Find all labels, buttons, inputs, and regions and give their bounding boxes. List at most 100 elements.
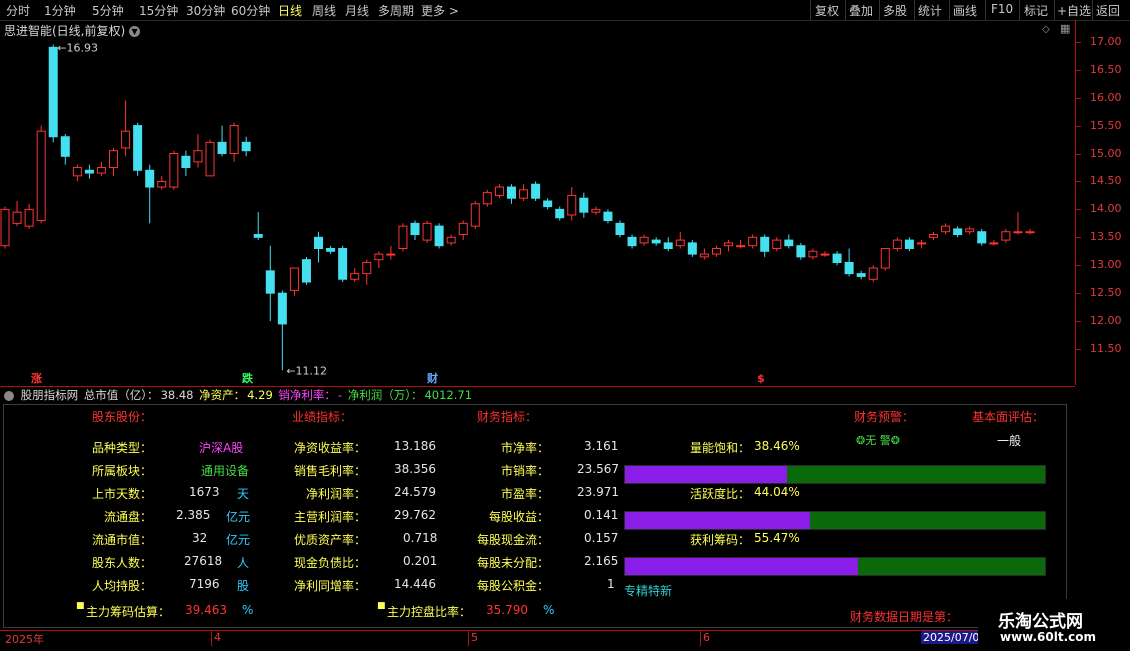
date-cursor-label: 2025/07/0 bbox=[921, 631, 982, 644]
candle bbox=[169, 150, 179, 190]
back-button[interactable]: 返回 bbox=[1096, 2, 1120, 19]
candle-body bbox=[109, 150, 119, 168]
candle-body bbox=[808, 250, 818, 258]
candle bbox=[941, 223, 951, 235]
candle bbox=[386, 245, 396, 260]
section-basic: 基本面评估： bbox=[972, 410, 1045, 424]
label-listed-days: 上市天数： bbox=[92, 487, 153, 501]
overlay-button[interactable]: 叠加 bbox=[849, 2, 873, 19]
margin-label: 销净利率： bbox=[278, 388, 336, 402]
candle bbox=[314, 231, 324, 263]
tab-30min[interactable]: 30分钟 bbox=[186, 2, 225, 19]
candle-body bbox=[687, 242, 697, 255]
event-marker[interactable]: 财 bbox=[426, 371, 438, 385]
warning-status: ❂无 警❂ bbox=[856, 432, 900, 448]
price-tick-label: 13.50 bbox=[1090, 230, 1122, 244]
tab-multi-period[interactable]: 多周期 bbox=[378, 2, 414, 19]
price-tick bbox=[1076, 97, 1081, 99]
value-undistributed-ps: 2.165 bbox=[584, 554, 619, 568]
candle bbox=[338, 245, 348, 283]
tab-5min[interactable]: 5分钟 bbox=[92, 2, 124, 19]
section-holders: 股东股份： bbox=[92, 410, 153, 424]
label-per-holder: 人均持股： bbox=[92, 579, 153, 593]
candle-body bbox=[301, 259, 311, 283]
candle-body bbox=[941, 225, 951, 233]
f10-button[interactable]: F10 bbox=[991, 2, 1013, 16]
statistics-button[interactable]: 统计 bbox=[918, 2, 942, 19]
collapse-icon[interactable] bbox=[4, 390, 14, 401]
price-tick-label: 12.00 bbox=[1090, 314, 1122, 328]
candle bbox=[663, 237, 673, 252]
label-roe: 净资收益率： bbox=[294, 441, 367, 455]
candle-body bbox=[229, 125, 239, 155]
candle-body bbox=[241, 141, 251, 152]
period-toolbar: 分时 1分钟 5分钟 15分钟 30分钟 60分钟 日线 周线 月线 多周期 更… bbox=[0, 0, 1130, 21]
candle bbox=[519, 184, 529, 201]
tab-intraday[interactable]: 分时 bbox=[6, 2, 30, 19]
candle-body bbox=[217, 141, 227, 155]
tab-monthly[interactable]: 月线 bbox=[345, 2, 369, 19]
candle bbox=[36, 125, 46, 224]
candle bbox=[579, 192, 589, 218]
add-favorite-button[interactable]: +自选 bbox=[1057, 2, 1091, 19]
candle-body bbox=[84, 169, 94, 174]
tab-15min[interactable]: 15分钟 bbox=[139, 2, 178, 19]
watermark: 乐淘公式网 www.60lt.com bbox=[978, 599, 1130, 650]
candle bbox=[410, 220, 420, 241]
event-marker[interactable]: 跌 bbox=[242, 371, 254, 385]
value-float: 2.385 bbox=[176, 508, 211, 522]
profit-chips-bar bbox=[624, 557, 1046, 576]
event-marker[interactable]: 涨 bbox=[31, 371, 42, 385]
candle-body bbox=[760, 236, 770, 252]
draw-line-button[interactable]: 画线 bbox=[953, 2, 977, 19]
candle bbox=[868, 265, 878, 283]
candle bbox=[494, 184, 504, 199]
candle bbox=[929, 231, 939, 241]
candle-body bbox=[386, 253, 396, 256]
candle bbox=[181, 150, 191, 176]
tab-1min[interactable]: 1分钟 bbox=[44, 2, 76, 19]
tab-60min[interactable]: 60分钟 bbox=[231, 2, 270, 19]
mark-button[interactable]: 标记 bbox=[1024, 2, 1048, 19]
candle-body bbox=[555, 208, 565, 219]
label-reserve-ps: 每股公积金： bbox=[477, 579, 550, 593]
adjust-button[interactable]: 复权 bbox=[815, 2, 839, 19]
price-tick bbox=[1076, 293, 1081, 295]
candlestick-chart[interactable]: ←16.93 ←11.12 涨 跌 财 $ bbox=[0, 20, 1075, 385]
candle-body bbox=[591, 208, 601, 213]
candle bbox=[784, 234, 794, 249]
candle-body bbox=[832, 253, 842, 263]
candle-body bbox=[36, 130, 46, 222]
candle-body bbox=[48, 46, 58, 138]
watermark-url: www.60lt.com bbox=[1000, 630, 1097, 644]
candle bbox=[699, 248, 709, 260]
total-cap-value: 38.48 bbox=[160, 388, 194, 402]
candle bbox=[241, 136, 251, 157]
candle-body bbox=[699, 253, 709, 258]
candle-body bbox=[169, 153, 179, 188]
label-pe: 市盈率： bbox=[501, 487, 550, 501]
multi-stock-button[interactable]: 多股 bbox=[883, 2, 907, 19]
candle-body bbox=[265, 270, 275, 294]
tab-weekly[interactable]: 周线 bbox=[312, 2, 336, 19]
unit-holders: 人 bbox=[237, 556, 250, 570]
label-type: 品种类型： bbox=[92, 441, 153, 455]
candle bbox=[796, 242, 806, 260]
candle bbox=[856, 270, 866, 280]
tab-daily[interactable]: 日线 bbox=[278, 2, 302, 19]
basic-value: 一般 bbox=[997, 434, 1022, 448]
candle-body bbox=[615, 222, 625, 236]
label-cash-debt: 现金负债比： bbox=[294, 556, 367, 570]
event-marker[interactable]: $ bbox=[757, 372, 765, 385]
candle bbox=[374, 251, 384, 269]
candle bbox=[24, 203, 34, 229]
candle bbox=[48, 44, 58, 143]
label-cashflow-ps: 每股现金流： bbox=[477, 533, 550, 547]
candle bbox=[543, 198, 553, 210]
tab-more[interactable]: 更多 > bbox=[421, 2, 459, 19]
candle-body bbox=[916, 242, 926, 245]
candle bbox=[832, 251, 842, 266]
label-ps: 市销率： bbox=[501, 464, 550, 478]
value-cash-debt: 0.201 bbox=[403, 554, 438, 568]
value-gross-margin: 38.356 bbox=[394, 462, 436, 476]
